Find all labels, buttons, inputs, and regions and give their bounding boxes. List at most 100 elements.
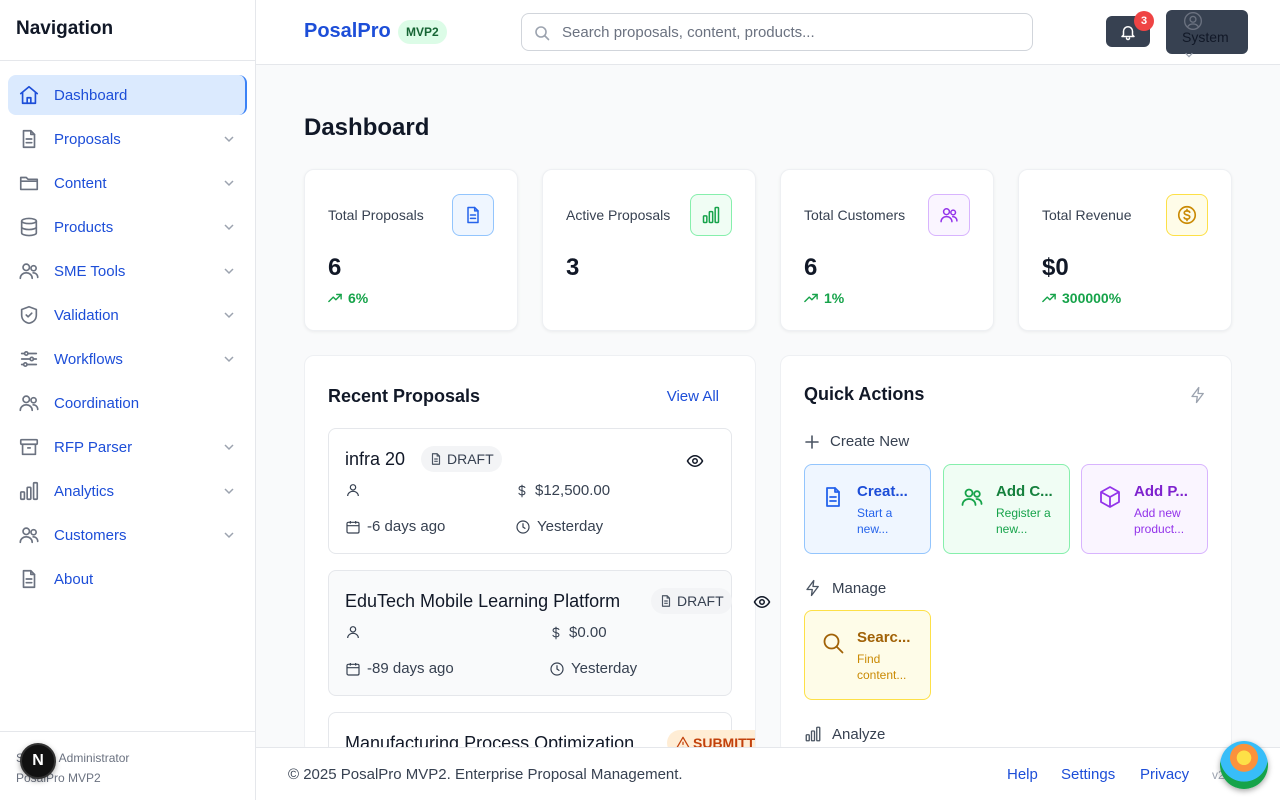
chevron-down-icon	[224, 136, 234, 143]
settings-link[interactable]: Settings	[1061, 766, 1115, 783]
trending-up-icon	[328, 293, 342, 303]
brand-logo[interactable]: PosalPro	[304, 20, 391, 43]
chevron-down-icon	[224, 444, 234, 451]
proposal-created: -89 days ago	[345, 660, 454, 677]
sidebar-item-label: Validation	[54, 306, 119, 324]
proposal-customer	[345, 482, 367, 498]
chevron-down-icon	[224, 532, 234, 539]
chevron-down-icon	[224, 488, 234, 495]
page-footer: © 2025 PosalPro MVP2. Enterprise Proposa…	[256, 747, 1280, 800]
help-link[interactable]: Help	[1007, 766, 1038, 783]
action-desc: Start a new...	[857, 506, 893, 536]
sidebar-item-proposals[interactable]: Proposals	[8, 119, 247, 159]
stat-trend-value: 6%	[348, 290, 369, 306]
folder-icon	[19, 176, 39, 191]
sidebar-item-about[interactable]: About	[8, 559, 247, 599]
proposal-card[interactable]: infra 20 DRAFT $12,500.00 -6 days ago Ye…	[328, 428, 732, 554]
create-proposal-action[interactable]: Creat... Start a new...	[804, 464, 931, 554]
action-name: Searc...	[857, 629, 911, 646]
sidebar-item-content[interactable]: Content	[8, 163, 247, 203]
search-placeholder: Search proposals, content, products...	[562, 23, 815, 41]
sidebar-item-sme-tools[interactable]: SME Tools	[8, 251, 247, 291]
dollar-icon	[518, 484, 526, 497]
proposal-due: Yesterday	[515, 518, 603, 535]
proposal-amount: $12,500.00	[515, 482, 610, 499]
action-desc: Add new product...	[1134, 506, 1185, 536]
home-icon	[19, 85, 39, 105]
sidebar-item-analytics[interactable]: Analytics	[8, 471, 247, 511]
version-badge: MVP2	[398, 20, 447, 44]
bar-chart-icon	[19, 481, 39, 501]
action-name: Add C...	[996, 483, 1053, 500]
file-icon	[661, 595, 671, 607]
database-icon	[20, 217, 38, 237]
manage-section: Manage	[804, 579, 886, 597]
stat-label: Total Revenue	[1042, 207, 1132, 223]
stat-label: Active Proposals	[566, 207, 671, 223]
proposal-created: -6 days ago	[345, 518, 445, 535]
shield-check-icon	[20, 305, 38, 325]
stat-value: 6	[328, 254, 342, 281]
status-badge: DRAFT	[421, 446, 502, 472]
search-input[interactable]: Search proposals, content, products...	[521, 13, 1033, 51]
eye-icon[interactable]	[753, 593, 771, 611]
dev-tools-badge[interactable]: N	[20, 743, 56, 779]
file-text-icon	[452, 194, 494, 236]
add-customer-action[interactable]: Add C... Register a new...	[943, 464, 1070, 554]
notification-count-badge: 3	[1134, 11, 1154, 31]
sidebar-item-validation[interactable]: Validation	[8, 295, 247, 335]
proposal-due: Yesterday	[549, 660, 637, 677]
sidebar-item-label: Products	[54, 218, 114, 236]
recent-proposals-title: Recent Proposals	[328, 386, 481, 406]
trending-up-icon	[1042, 293, 1056, 303]
stat-trend-value: 1%	[824, 290, 845, 306]
stat-value: 3	[566, 254, 580, 281]
sidebar-item-workflows[interactable]: Workflows	[8, 339, 247, 379]
status-badge: DRAFT	[651, 588, 732, 614]
users-icon	[19, 527, 39, 544]
sidebar-item-dashboard[interactable]: Dashboard	[8, 75, 247, 115]
stat-trend: 6%	[328, 290, 368, 306]
proposal-card[interactable]: EduTech Mobile Learning Platform DRAFT $…	[328, 570, 732, 696]
view-all-link[interactable]: View All	[667, 388, 719, 405]
action-name: Add P...	[1134, 483, 1188, 500]
sidebar-item-coordination[interactable]: Coordination	[8, 383, 247, 423]
user-icon	[347, 484, 359, 497]
plus-icon	[805, 434, 819, 449]
user-menu-button[interactable]: System	[1166, 10, 1248, 58]
stat-label: Total Proposals	[328, 207, 424, 223]
stat-card-total-customers: Total Customers 6 1%	[780, 169, 994, 331]
sidebar-item-rfp-parser[interactable]: RFP Parser	[8, 427, 247, 467]
assistant-avatar[interactable]	[1220, 741, 1268, 789]
eye-icon[interactable]	[686, 452, 704, 470]
action-name: Creat...	[857, 483, 908, 500]
proposal-customer	[345, 624, 367, 640]
copyright-text: © 2025 PosalPro MVP2. Enterprise Proposa…	[288, 766, 683, 783]
stat-card-total-proposals: Total Proposals 6 6%	[304, 169, 518, 331]
clock-icon	[516, 519, 530, 534]
archive-icon	[19, 438, 39, 456]
proposal-name: EduTech Mobile Learning Platform	[345, 591, 621, 611]
analyze-section: Analyze	[804, 725, 885, 743]
sidebar-item-customers[interactable]: Customers	[8, 515, 247, 555]
clock-icon	[550, 661, 564, 676]
users-icon	[961, 488, 983, 506]
create-new-section: Create New	[804, 433, 909, 450]
sidebar-item-label: Content	[54, 174, 107, 192]
chevron-down-icon	[224, 268, 234, 275]
calendar-icon	[346, 520, 360, 534]
sidebar-item-products[interactable]: Products	[8, 207, 247, 247]
user-circle-icon	[1184, 12, 1202, 30]
file-text-icon	[826, 487, 840, 507]
privacy-link[interactable]: Privacy	[1140, 766, 1189, 783]
sidebar-item-label: Customers	[54, 526, 127, 544]
chevron-down-icon	[1185, 52, 1193, 58]
search-content-action[interactable]: Searc... Find content...	[804, 610, 931, 700]
user-menu-label: System	[1182, 29, 1229, 45]
sidebar-item-label: RFP Parser	[54, 438, 133, 456]
status-text: DRAFT	[447, 451, 494, 467]
quick-actions-title: Quick Actions	[804, 384, 925, 404]
sidebar-item-label: Proposals	[54, 130, 121, 148]
calendar-icon	[346, 662, 360, 676]
add-product-action[interactable]: Add P... Add new product...	[1081, 464, 1208, 554]
